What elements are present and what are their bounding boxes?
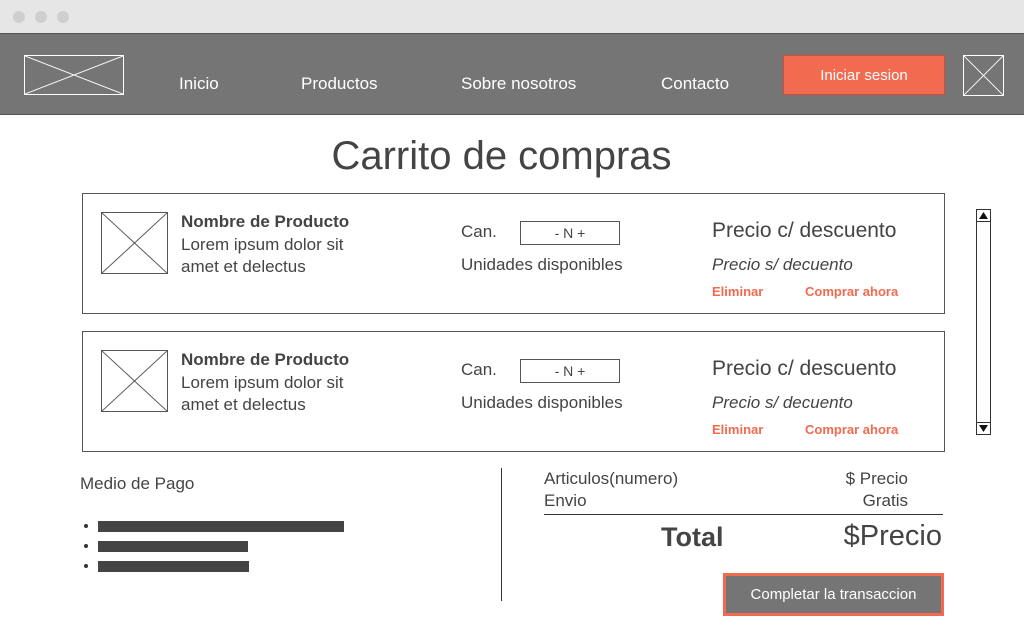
nav-link-contacto[interactable]: Contacto	[661, 74, 729, 94]
cart-item: Nombre de Producto Lorem ipsum dolor sit…	[82, 331, 945, 452]
product-description: Lorem ipsum dolor sit amet et delectus	[181, 373, 344, 414]
cart-item: Nombre de Producto Lorem ipsum dolor sit…	[82, 193, 945, 314]
quantity-label: Can.	[461, 222, 497, 241]
discounted-price: Precio c/ descuento	[712, 357, 897, 380]
payment-option-bullet	[84, 544, 88, 548]
complete-transaction-button[interactable]: Completar la transaccion	[723, 573, 944, 616]
summary-divider	[544, 514, 943, 515]
logo-placeholder[interactable]	[24, 55, 124, 95]
quantity-stepper[interactable]: - N +	[520, 221, 620, 245]
product-description: Lorem ipsum dolor sit amet et delectus	[181, 235, 344, 276]
payment-option[interactable]	[98, 541, 248, 552]
section-divider	[501, 468, 502, 601]
window-titlebar	[0, 0, 1024, 33]
product-image-placeholder	[101, 212, 168, 274]
nav-link-sobre-nosotros[interactable]: Sobre nosotros	[461, 74, 576, 94]
available-units: Unidades disponibles	[461, 393, 623, 412]
articles-price: $ Precio	[845, 469, 908, 488]
total-value: $Precio	[843, 520, 942, 552]
product-name: Nombre de Producto	[181, 212, 350, 231]
payment-method-label: Medio de Pago	[80, 474, 195, 493]
shipping-label: Envio	[544, 491, 587, 510]
window-minimize-dot[interactable]	[35, 11, 47, 23]
quantity-label: Can.	[461, 360, 497, 379]
scroll-up-icon[interactable]	[977, 210, 990, 222]
nav-link-inicio[interactable]: Inicio	[179, 74, 219, 94]
remove-link[interactable]: Eliminar	[712, 284, 763, 299]
payment-option-bullet	[84, 524, 88, 528]
login-button[interactable]: Iniciar sesion	[783, 55, 945, 95]
user-icon[interactable]	[963, 55, 1004, 96]
payment-option[interactable]	[98, 521, 344, 532]
top-navbar: Inicio Productos Sobre nosotros Contacto…	[0, 33, 1024, 115]
buy-now-link[interactable]: Comprar ahora	[805, 422, 898, 437]
discounted-price: Precio c/ descuento	[712, 219, 897, 242]
shipping-value: Gratis	[862, 491, 908, 510]
window-close-dot[interactable]	[13, 11, 25, 23]
product-name: Nombre de Producto	[181, 350, 350, 369]
buy-now-link[interactable]: Comprar ahora	[805, 284, 898, 299]
payment-option-bullet	[84, 564, 88, 568]
nav-link-productos[interactable]: Productos	[301, 74, 378, 94]
scroll-down-icon[interactable]	[977, 422, 990, 434]
product-image-placeholder	[101, 350, 168, 412]
articles-label: Articulos(numero)	[544, 469, 679, 488]
cart-scrollbar[interactable]	[976, 209, 991, 435]
available-units: Unidades disponibles	[461, 255, 623, 274]
quantity-stepper[interactable]: - N +	[520, 359, 620, 383]
total-label: Total	[661, 522, 724, 552]
window-maximize-dot[interactable]	[57, 11, 69, 23]
remove-link[interactable]: Eliminar	[712, 422, 763, 437]
payment-option[interactable]	[98, 561, 249, 572]
original-price: Precio s/ decuento	[712, 255, 853, 274]
original-price: Precio s/ decuento	[712, 393, 853, 412]
page-title: Carrito de compras	[331, 134, 672, 178]
